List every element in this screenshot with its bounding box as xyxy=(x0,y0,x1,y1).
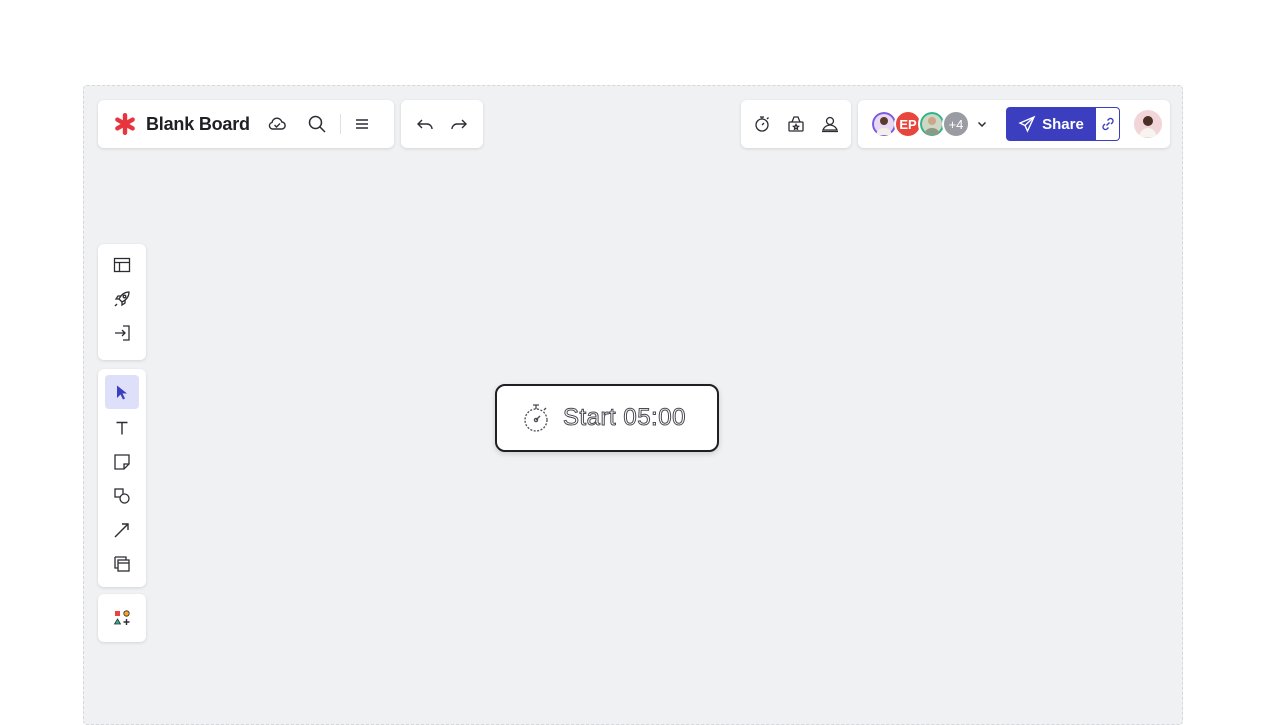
search-icon[interactable] xyxy=(302,109,332,139)
select-icon[interactable] xyxy=(105,375,139,409)
redo-icon[interactable] xyxy=(444,109,474,139)
share-group: Share xyxy=(1006,107,1120,141)
board-title-panel: Blank Board xyxy=(98,100,394,148)
share-button[interactable]: Share xyxy=(1006,107,1096,141)
templates-icon[interactable] xyxy=(105,250,139,280)
voting-icon[interactable] xyxy=(781,109,811,139)
add-apps-icon[interactable] xyxy=(105,603,139,633)
collaboration-panel: EP +4 Share xyxy=(858,100,1170,148)
board-title[interactable]: Blank Board xyxy=(146,114,250,135)
app-logo-icon[interactable] xyxy=(112,111,138,137)
import-icon[interactable] xyxy=(105,318,139,348)
copy-link-button[interactable] xyxy=(1096,107,1120,141)
menu-icon[interactable] xyxy=(347,109,377,139)
text-icon[interactable] xyxy=(105,413,139,443)
user-avatar[interactable] xyxy=(1134,110,1162,138)
stopwatch-icon xyxy=(524,404,548,432)
line-icon[interactable] xyxy=(105,515,139,545)
sticky-note-icon[interactable] xyxy=(105,447,139,477)
send-icon xyxy=(1018,115,1036,133)
shapes-icon[interactable] xyxy=(105,481,139,511)
frame-icon[interactable] xyxy=(105,549,139,579)
attention-icon[interactable] xyxy=(815,109,845,139)
sidebar-tools-panel xyxy=(98,369,146,587)
collaborator-avatars[interactable]: EP +4 xyxy=(870,110,970,138)
chevron-down-icon[interactable] xyxy=(974,116,990,132)
facilitation-panel xyxy=(741,100,851,148)
timer-start-button[interactable]: Start 05:00 xyxy=(495,384,719,452)
sidebar-bottom-panel xyxy=(98,594,146,642)
cloud-check-icon[interactable] xyxy=(262,109,292,139)
undo-icon[interactable] xyxy=(410,109,440,139)
board-canvas[interactable]: Blank Board EP +4 Share Start 05:00 xyxy=(83,85,1183,725)
timer-icon[interactable] xyxy=(747,109,777,139)
link-icon xyxy=(1101,117,1114,131)
sidebar-top-panel xyxy=(98,244,146,360)
timer-label: Start 05:00 xyxy=(563,404,686,432)
history-panel xyxy=(401,100,483,148)
rocket-icon[interactable] xyxy=(105,284,139,314)
more-collaborators-badge[interactable]: +4 xyxy=(942,110,970,138)
share-label: Share xyxy=(1042,115,1084,133)
divider xyxy=(339,114,341,134)
